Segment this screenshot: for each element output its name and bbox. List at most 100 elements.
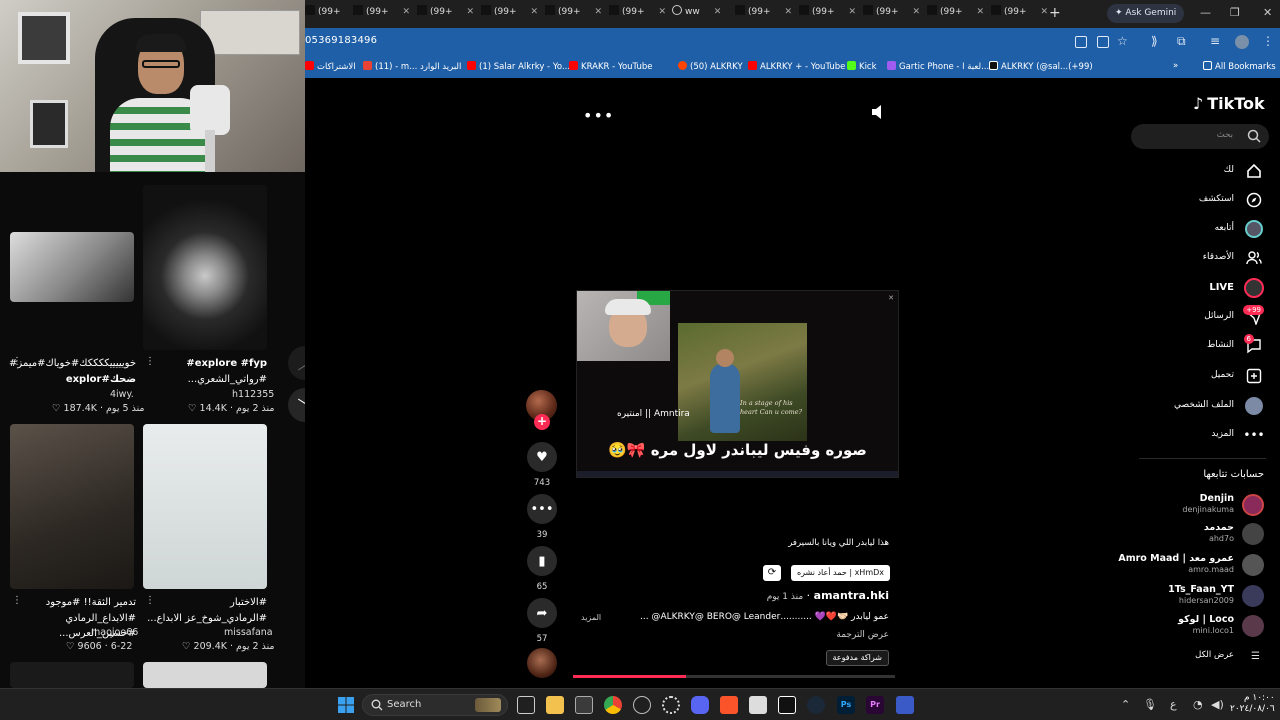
bookmark-item[interactable]: ALKRKY + - YouTube [748, 61, 845, 72]
see-all-link[interactable]: عرض الكل ☰ [1174, 650, 1264, 664]
following-account[interactable]: Amro Maad | عمرو معد amro.maad [1114, 552, 1264, 578]
minimize-icon[interactable]: — [1200, 6, 1211, 19]
feed-thumbnail[interactable] [143, 662, 267, 688]
more-options-icon[interactable]: ⋮ [145, 595, 155, 606]
browser-tab[interactable]: ww ✕ [672, 5, 721, 23]
restore-icon[interactable]: ❐ [1230, 6, 1240, 19]
close-tab-icon[interactable]: ✕ [785, 7, 793, 17]
feed-thumbnail[interactable] [10, 232, 134, 302]
close-tab-icon[interactable]: ✕ [531, 7, 539, 17]
tiktok-logo[interactable]: ♪ TikTok [1193, 94, 1265, 113]
translate-icon[interactable] [1075, 36, 1087, 48]
close-tab-icon[interactable]: ✕ [977, 7, 985, 17]
nav-following[interactable]: أتابعه [1124, 219, 1264, 239]
feed-thumbnail[interactable] [143, 185, 267, 350]
following-account[interactable]: 1Ts_Faan_YT hidersan2009 [1114, 583, 1264, 609]
nav-more[interactable]: المزيد ••• [1124, 425, 1264, 445]
more-options-icon[interactable]: ⋮ [145, 356, 155, 367]
steam-icon[interactable] [807, 696, 825, 714]
language-indicator[interactable]: ع [1170, 698, 1177, 711]
close-tab-icon[interactable]: ✕ [913, 7, 921, 17]
heart-icon[interactable]: ♥ [527, 442, 557, 472]
author-username[interactable]: amantra.hki [814, 589, 889, 602]
browser-tab[interactable]: (99+✕ [353, 5, 410, 23]
all-bookmarks-button[interactable]: All Bookmarks [1203, 61, 1276, 72]
video-player[interactable]: In a stage of his heart Can u come? ✕ ام… [576, 290, 899, 478]
browser-tab[interactable]: (99+✕ [609, 5, 666, 23]
bookmark-item[interactable]: Kick [847, 61, 877, 72]
feed-author[interactable]: h112355 [232, 389, 274, 400]
wifi-icon[interactable]: ◔ [1193, 698, 1203, 711]
app-icon[interactable] [896, 696, 914, 714]
media-controls-icon[interactable]: ≡ [1210, 34, 1220, 48]
microphone-icon[interactable]: 🎙 [1143, 698, 1157, 711]
like-action[interactable]: ♥ 743 [527, 442, 557, 488]
new-tab-icon[interactable]: + [1049, 5, 1061, 21]
premiere-icon[interactable]: Pr [866, 696, 884, 714]
more-bookmarks-icon[interactable]: » [1173, 61, 1178, 71]
music-disc-icon[interactable] [527, 648, 557, 678]
save-action[interactable]: ▮ 65 [527, 546, 557, 592]
browser-tab[interactable]: (99+✕ [545, 5, 602, 23]
nav-messages[interactable]: الرسائل +99 [1124, 305, 1264, 327]
translate-link[interactable]: عرض الترجمة [836, 630, 889, 640]
close-tab-icon[interactable]: ✕ [714, 7, 722, 17]
volume-icon[interactable] [871, 104, 885, 120]
browser-tab[interactable]: (99+✕ [799, 5, 856, 23]
profile-avatar[interactable] [1235, 35, 1249, 49]
chevron-up-icon[interactable]: ⌃ [1121, 698, 1130, 711]
chrome-icon[interactable] [604, 696, 622, 714]
close-tab-icon[interactable]: ✕ [1041, 7, 1049, 17]
bookmark-item[interactable]: KRAKR - YouTube [569, 61, 652, 72]
browser-tab[interactable]: (99+✕ [863, 5, 920, 23]
discord-icon[interactable] [691, 696, 709, 714]
settings-icon[interactable] [662, 696, 680, 714]
comment-icon[interactable]: ••• [527, 494, 557, 524]
bookmark-item[interactable]: ALKRKY (@sal...(+99) [989, 61, 1093, 72]
photoshop-icon[interactable]: Ps [837, 696, 855, 714]
extensions-icon[interactable]: ⧉ [1177, 34, 1186, 49]
browser-tab[interactable]: (99+✕ [735, 5, 792, 23]
menu-icon[interactable]: ⋮ [1262, 34, 1274, 48]
brave-icon[interactable] [720, 696, 738, 714]
share-icon[interactable]: ➦ [527, 598, 557, 628]
nav-explore[interactable]: استكشف [1124, 190, 1264, 210]
nav-activity[interactable]: النشاط 6 [1124, 334, 1264, 356]
bookmark-item[interactable]: (11) - m... البريد الوارد [363, 61, 461, 72]
bookmark-item[interactable]: الاشتراكات [305, 61, 356, 72]
following-account[interactable]: لوكو | Loco mini.loco1 [1114, 613, 1264, 639]
gemini-icon[interactable]: ⟫ [1151, 34, 1158, 48]
close-tab-icon[interactable]: ✕ [849, 7, 857, 17]
comment-action[interactable]: ••• 39 [527, 494, 557, 540]
close-tab-icon[interactable]: ✕ [467, 7, 475, 17]
feed-author[interactable]: 4iwy. [110, 389, 134, 400]
url-field[interactable]: 05369183496 [305, 35, 377, 46]
more-link[interactable]: المزيد [581, 613, 601, 622]
browser-tab[interactable]: (99+✕ [417, 5, 474, 23]
task-view-icon[interactable] [517, 696, 535, 714]
feed-author[interactable]: maojoo66 [91, 627, 138, 638]
clock[interactable]: ١٠:٠٠ م ٢٠٢٤/٠٨/٠٦ [1230, 693, 1275, 715]
nav-upload[interactable]: تحميل [1124, 366, 1264, 386]
taskbar-search[interactable]: Search [362, 694, 508, 716]
more-options-icon[interactable]: ⋮ [12, 595, 22, 606]
capcut-icon[interactable] [778, 696, 796, 714]
following-account[interactable]: Denjin denjinakuma [1114, 492, 1264, 518]
feed-thumbnail[interactable] [143, 424, 267, 589]
bookmark-icon[interactable]: ▮ [527, 546, 557, 576]
ask-gemini-button[interactable]: ✦ Ask Gemini [1107, 4, 1185, 23]
close-window-icon[interactable]: ✕ [1263, 6, 1272, 19]
following-account[interactable]: حمدمد ahd7o [1114, 521, 1264, 547]
nav-profile[interactable]: الملف الشخصي [1124, 396, 1264, 416]
windows-start-icon[interactable] [337, 696, 355, 714]
feed-thumbnail[interactable] [10, 662, 134, 688]
video-progress-bar[interactable] [573, 675, 895, 678]
feed-thumbnail[interactable] [10, 424, 134, 589]
feed-author[interactable]: missafana [224, 627, 273, 638]
nav-for-you[interactable]: لك [1124, 161, 1264, 181]
close-tab-icon[interactable]: ✕ [595, 7, 603, 17]
search-icon[interactable] [1247, 129, 1261, 143]
volume-icon[interactable]: ◀) [1211, 698, 1224, 711]
bookmark-star-icon[interactable]: ☆ [1117, 34, 1128, 48]
app-icon[interactable] [633, 696, 651, 714]
